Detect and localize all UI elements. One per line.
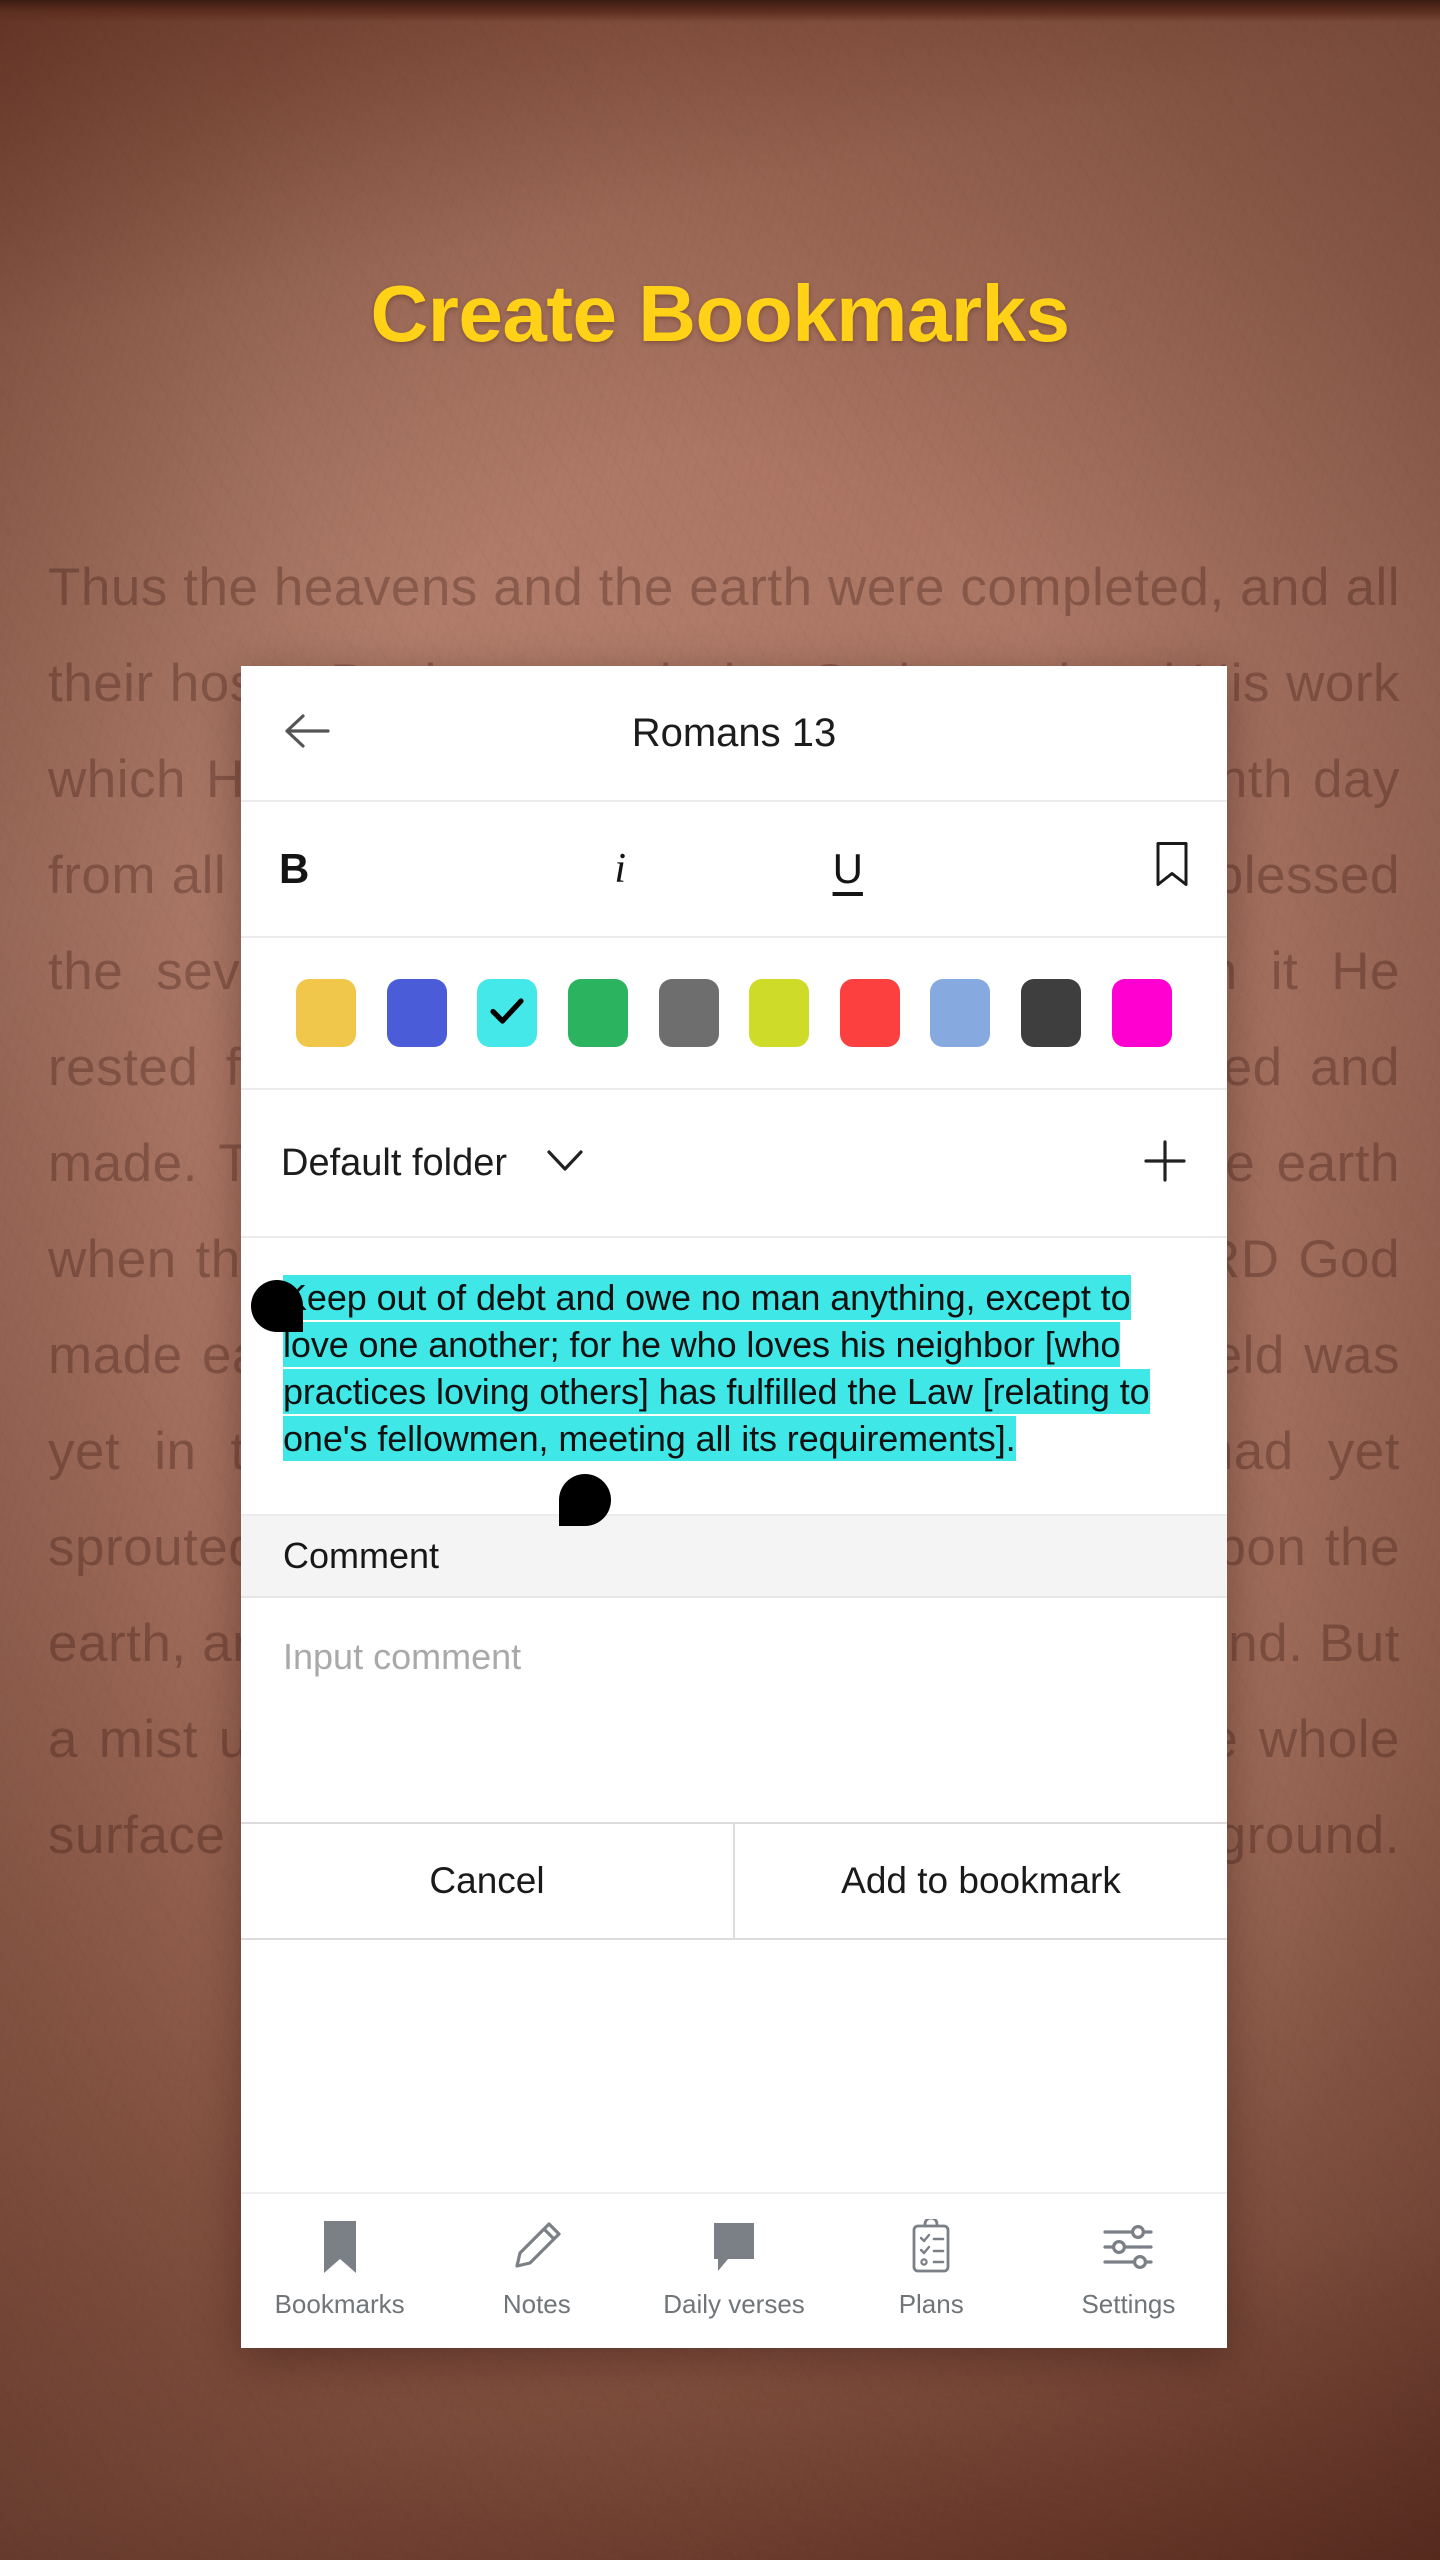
bookmark-outline-icon (1155, 841, 1189, 897)
clipboard-checklist-icon (909, 2218, 953, 2275)
back-button[interactable] (277, 703, 337, 763)
nav-label: Settings (1081, 2288, 1176, 2319)
nav-item-bookmarks[interactable]: Bookmarks (241, 2219, 438, 2320)
arrow-left-icon (284, 712, 330, 755)
color-swatch-light-blue[interactable] (930, 979, 991, 1047)
color-swatch-gray[interactable] (658, 979, 719, 1047)
sliders-icon (1102, 2219, 1154, 2275)
bookmark-filled-icon (319, 2219, 361, 2275)
chevron-down-icon (547, 1149, 583, 1177)
page-title: Create Bookmarks (370, 269, 1071, 358)
color-swatch-dark-gray[interactable] (1021, 979, 1082, 1047)
palette-swatch-wrap (643, 979, 734, 1047)
nav-label: Notes (502, 2288, 571, 2319)
add-to-bookmark-button[interactable]: Add to bookmark (735, 1824, 1227, 1938)
nav-item-daily-verses[interactable]: Daily verses (635, 2219, 832, 2320)
nav-item-plans[interactable]: Plans (833, 2218, 1030, 2320)
bookmark-toggle-button[interactable] (962, 802, 1190, 936)
comment-label: Comment (283, 1535, 440, 1576)
folder-selector-row: Default folder (241, 1090, 1227, 1236)
highlighted-verse[interactable]: Keep out of debt and owe no man anything… (283, 1275, 1150, 1461)
color-swatch-indigo[interactable] (386, 979, 447, 1047)
palette-swatch-wrap (372, 979, 463, 1047)
content-filler (241, 1940, 1227, 2192)
background-top-edge (0, 0, 1440, 22)
selection-handle-end[interactable] (559, 1474, 611, 1526)
nav-item-settings[interactable]: Settings (1030, 2219, 1227, 2320)
color-swatch-green[interactable] (568, 979, 629, 1047)
color-swatch-cyan[interactable] (477, 979, 538, 1047)
pencil-icon (511, 2219, 563, 2275)
add-folder-button[interactable] (1143, 1139, 1187, 1188)
nav-label: Plans (898, 2288, 964, 2319)
palette-swatch-wrap (825, 979, 916, 1047)
dialog-action-row: Cancel Add to bookmark (241, 1822, 1227, 1940)
highlight-color-palette (241, 938, 1227, 1088)
cancel-button[interactable]: Cancel (241, 1824, 735, 1938)
bold-button[interactable]: B (279, 802, 507, 936)
plus-icon (1143, 1139, 1187, 1188)
palette-swatch-wrap (281, 979, 372, 1047)
nav-label: Bookmarks (274, 2288, 405, 2319)
italic-button[interactable]: i (507, 802, 735, 936)
palette-swatch-wrap (915, 979, 1006, 1047)
chapter-title: Romans 13 (631, 710, 837, 755)
verse-highlight-area: Keep out of debt and owe no man anything… (241, 1238, 1227, 1526)
underline-button[interactable]: U (734, 802, 962, 936)
color-swatch-red[interactable] (839, 979, 900, 1047)
nav-item-notes[interactable]: Notes (438, 2219, 635, 2320)
bottom-navigation-bar: Bookmarks Notes Daily verses Plans Settings (241, 2192, 1227, 2348)
comment-placeholder: Input comment (283, 1636, 522, 1677)
palette-swatch-wrap (1006, 979, 1097, 1047)
folder-name-label[interactable]: Default folder (281, 1142, 507, 1185)
comment-input[interactable]: Input comment (241, 1598, 1227, 1822)
color-swatch-yellow[interactable] (296, 979, 357, 1047)
color-swatch-lime[interactable] (749, 979, 810, 1047)
color-swatch-magenta[interactable] (1111, 979, 1172, 1047)
title-bar: Romans 13 (241, 666, 1227, 800)
selection-handle-start[interactable] (251, 1280, 303, 1332)
verse-text[interactable]: Keep out of debt and owe no man anything… (283, 1274, 1185, 1462)
palette-swatch-wrap (1096, 979, 1187, 1047)
folder-dropdown-button[interactable] (547, 1149, 583, 1177)
palette-swatch-wrap (734, 979, 825, 1047)
check-icon (490, 997, 525, 1030)
palette-swatch-wrap (462, 979, 553, 1047)
app-screenshot-card: Romans 13 B i U Default folder Keep out … (241, 666, 1227, 2348)
palette-swatch-wrap (553, 979, 644, 1047)
nav-label: Daily verses (663, 2288, 805, 2319)
comment-section-header: Comment (241, 1514, 1227, 1598)
speech-bubble-icon (710, 2219, 758, 2275)
format-toolbar: B i U (241, 802, 1227, 936)
